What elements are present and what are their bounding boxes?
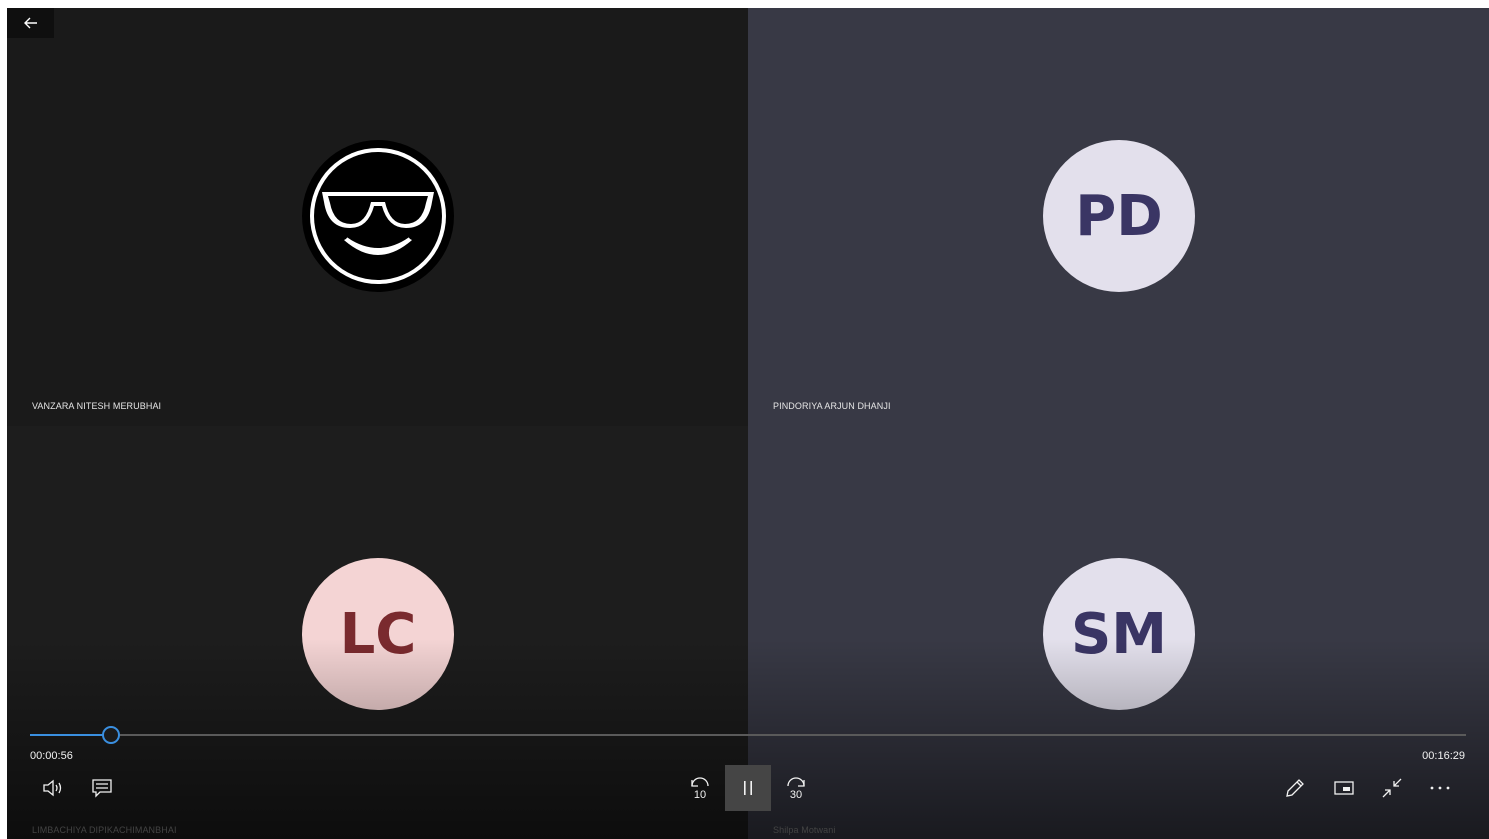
participant-tile: PD PINDORIYA ARJUN DHANJI bbox=[748, 8, 1489, 426]
mini-view-icon bbox=[1334, 781, 1354, 795]
participant-name: PINDORIYA ARJUN DHANJI bbox=[773, 401, 891, 411]
pause-icon bbox=[744, 781, 752, 795]
captions-button[interactable] bbox=[79, 765, 125, 811]
pen-icon bbox=[1286, 779, 1304, 797]
skip-back-button[interactable]: 10 bbox=[677, 765, 723, 811]
captions-icon bbox=[92, 779, 112, 798]
skip-forward-button[interactable]: 30 bbox=[773, 765, 819, 811]
skip-back-label: 10 bbox=[694, 789, 706, 801]
skip-forward-label: 30 bbox=[790, 789, 802, 801]
video-player: VANZARA NITESH MERUBHAI PD PINDORIYA ARJ… bbox=[7, 8, 1489, 839]
exit-fullscreen-button[interactable] bbox=[1369, 765, 1415, 811]
participant-name: Shilpa Motwani bbox=[773, 825, 836, 835]
participant-avatar: PD bbox=[1043, 140, 1195, 292]
more-button[interactable] bbox=[1417, 765, 1463, 811]
back-button[interactable] bbox=[7, 8, 54, 38]
participant-avatar: SM bbox=[1043, 558, 1195, 710]
back-arrow-icon bbox=[23, 17, 37, 29]
skip-back-10-icon: 10 bbox=[691, 777, 709, 801]
seek-bar-fill bbox=[30, 734, 112, 736]
total-time: 00:16:29 bbox=[1422, 750, 1465, 762]
mini-view-button[interactable] bbox=[1321, 765, 1367, 811]
exit-fullscreen-icon bbox=[1382, 778, 1402, 798]
sunglasses-smiley-icon bbox=[304, 142, 452, 290]
pause-button[interactable] bbox=[725, 765, 771, 811]
more-icon bbox=[1430, 786, 1450, 790]
volume-icon bbox=[43, 779, 62, 797]
participant-name: LIMBACHIYA DIPIKACHIMANBHAI bbox=[32, 825, 177, 835]
seek-bar[interactable] bbox=[30, 726, 1466, 744]
participant-avatar: LC bbox=[302, 558, 454, 710]
participant-tile: VANZARA NITESH MERUBHAI bbox=[7, 8, 748, 426]
volume-button[interactable] bbox=[30, 765, 76, 811]
participant-name: VANZARA NITESH MERUBHAI bbox=[32, 401, 162, 411]
skip-forward-30-icon: 30 bbox=[787, 777, 805, 801]
pen-button[interactable] bbox=[1272, 765, 1318, 811]
participant-avatar bbox=[302, 140, 454, 292]
current-time: 00:00:56 bbox=[30, 750, 73, 762]
